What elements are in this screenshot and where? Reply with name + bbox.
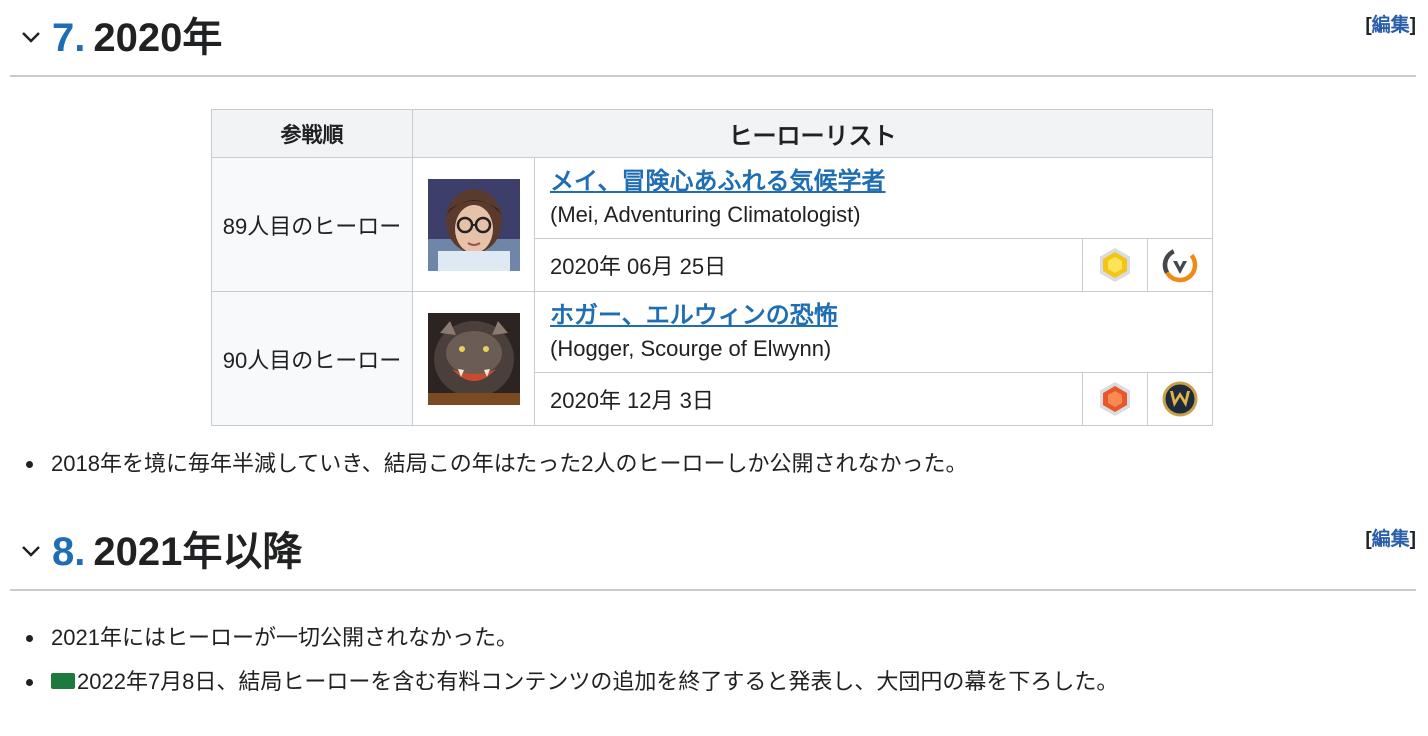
list-item-text: 2022年7月8日、結局ヒーローを含む有料コンテンツの追加を終了すると発表し、大… xyxy=(77,669,1119,694)
order-cell: 89人目のヒーロー xyxy=(211,157,413,292)
table-row: 89人目のヒーロー メイ、冒険心あふれる気候学者 (Mei, Adventuri… xyxy=(211,157,1213,292)
table-row: 90人目のヒーロー ホガー、エルウィンの恐怖 (Hogger, Scourge … xyxy=(211,291,1213,426)
rarity-cell xyxy=(1082,238,1148,292)
franchise-cell xyxy=(1147,372,1213,426)
list-item-text: 2021年にはヒーローが一切公開されなかった。 xyxy=(51,625,518,650)
order-cell: 90人目のヒーロー xyxy=(211,291,413,426)
section-title-text: 2020年 xyxy=(93,16,223,60)
portrait-cell xyxy=(412,157,535,292)
section-title: 7. 2020年 xyxy=(52,10,222,66)
hero-name-cell: ホガー、エルウィンの恐怖 (Hogger, Scourge of Elwynn) xyxy=(534,291,1213,373)
section-title: 8. 2021年以降 xyxy=(52,524,302,580)
hero-name-link[interactable]: メイ、冒険心あふれる気候学者 xyxy=(550,165,1212,199)
edit-link[interactable]: 編集 xyxy=(1372,529,1410,550)
notes-list-2021: 2021年にはヒーローが一切公開されなかった。 2022年7月8日、結局ヒーロー… xyxy=(20,616,1118,704)
section-number: 8. xyxy=(52,530,86,574)
hero-english-name: (Mei, Adventuring Climatologist) xyxy=(550,202,861,227)
rarity-cell xyxy=(1082,372,1148,426)
column-header-hero-list: ヒーローリスト xyxy=(412,109,1213,158)
epic-orange-gem-icon[interactable] xyxy=(1096,380,1134,418)
hero-english-name: (Hogger, Scourge of Elwynn) xyxy=(550,336,832,361)
release-date: 2020年 12月 3日 xyxy=(534,372,1083,426)
section-number: 7. xyxy=(52,16,86,60)
section-title-text: 2021年以降 xyxy=(93,530,303,574)
notes-list-2020: 2018年を境に毎年半減していき、結局この年はたった2人のヒーローしか公開されな… xyxy=(20,442,968,486)
hero-table: 参戦順 ヒーローリスト 89人目のヒーロー メイ、冒険心あふれる気候学者 (Me… xyxy=(211,109,1213,426)
overwatch-logo-icon[interactable] xyxy=(1161,246,1199,284)
edit-bracket-close: ] xyxy=(1409,529,1416,550)
edit-bracket-close: ] xyxy=(1409,15,1416,36)
mei-portrait-image[interactable] xyxy=(427,178,520,271)
edit-link[interactable]: 編集 xyxy=(1372,15,1410,36)
chevron-down-icon[interactable] xyxy=(16,536,46,566)
edit-section-link: [編集] xyxy=(1365,10,1416,37)
table-header-row: 参戦順 ヒーローリスト xyxy=(211,109,1213,158)
warcraft-logo-icon[interactable] xyxy=(1161,380,1199,418)
portrait-cell xyxy=(412,291,535,426)
section-heading-2021: 8. 2021年以降 [編集] xyxy=(10,514,1416,591)
green-badge-icon xyxy=(51,673,75,690)
column-header-order: 参戦順 xyxy=(211,109,413,158)
list-item: 2018年を境に毎年半減していき、結局この年はたった2人のヒーローしか公開されな… xyxy=(20,442,968,486)
section-heading-2020: 7. 2020年 [編集] xyxy=(10,0,1416,77)
list-item: 2022年7月8日、結局ヒーローを含む有料コンテンツの追加を終了すると発表し、大… xyxy=(20,660,1118,704)
hero-name-link[interactable]: ホガー、エルウィンの恐怖 xyxy=(550,299,1212,333)
release-date: 2020年 06月 25日 xyxy=(534,238,1083,292)
list-item: 2021年にはヒーローが一切公開されなかった。 xyxy=(20,616,1118,660)
franchise-cell xyxy=(1147,238,1213,292)
hero-name-cell: メイ、冒険心あふれる気候学者 (Mei, Adventuring Climato… xyxy=(534,157,1213,239)
edit-section-link: [編集] xyxy=(1365,524,1416,551)
legendary-gold-gem-icon[interactable] xyxy=(1096,246,1134,284)
hogger-portrait-image[interactable] xyxy=(427,312,520,405)
chevron-down-icon[interactable] xyxy=(16,22,46,52)
